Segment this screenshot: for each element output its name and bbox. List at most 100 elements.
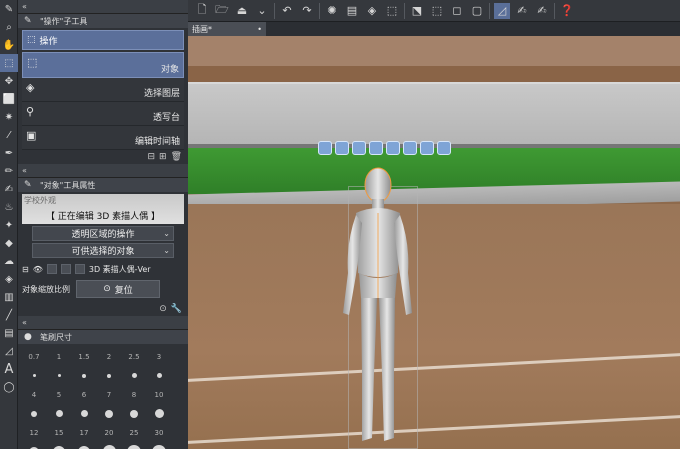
move-camera-icon[interactable] — [318, 141, 332, 155]
brush-size-preview[interactable] — [97, 405, 121, 422]
brush-size-preview[interactable] — [147, 367, 171, 384]
clear-icon[interactable]: ▤ — [344, 3, 360, 19]
loading-icon[interactable]: ✺ — [324, 3, 340, 19]
undo-icon[interactable]: ↶ — [279, 3, 295, 19]
brush-size-label[interactable]: 8 — [122, 386, 146, 403]
brush-size-label[interactable]: 12 — [22, 424, 46, 441]
transparent-area-dropdown[interactable]: 透明区域的操作 ⌄ — [32, 226, 174, 241]
zoom-camera-icon[interactable] — [352, 141, 366, 155]
subtool-item-object[interactable]: ⬚ 对象 — [22, 52, 184, 78]
pen-icon[interactable]: ✒ — [0, 144, 18, 162]
subtool-delete-icon[interactable]: 🗑 — [171, 152, 182, 162]
snap-grid-icon[interactable]: ✍ — [534, 3, 550, 19]
property-settings-icon[interactable]: ⊙ — [159, 304, 167, 314]
eye-icon[interactable]: 👁 — [33, 265, 43, 274]
zoom-icon[interactable]: ⌕ — [0, 18, 18, 36]
ruler-icon[interactable]: ◿ — [0, 342, 18, 360]
rotate-x-icon[interactable] — [420, 141, 434, 155]
subtool-group-operation[interactable]: ⬚ 操作 — [22, 30, 184, 50]
transform-icon[interactable]: ⬚ — [384, 3, 400, 19]
panel-collapse-bar[interactable]: « — [18, 0, 188, 14]
new-file-icon[interactable]: 🗋 — [194, 3, 210, 19]
fill-layer-icon[interactable]: ◈ — [364, 3, 380, 19]
selectable-object-dropdown[interactable]: 可供选择的对象 ⌄ — [32, 243, 174, 258]
subtool-item-light-table[interactable]: ⚲ 透写台 — [22, 102, 184, 126]
rotate-z-icon[interactable] — [437, 141, 451, 155]
brush-size-label[interactable]: 0.7 — [22, 348, 46, 365]
decoration-icon[interactable]: ✦ — [0, 216, 18, 234]
document-tab[interactable]: 插画* • — [188, 22, 266, 36]
pan-camera-icon[interactable] — [335, 141, 349, 155]
reset-button[interactable]: ⊙ 复位 — [76, 280, 160, 298]
close-icon[interactable]: • — [257, 25, 262, 34]
redo-icon[interactable]: ↷ — [299, 3, 315, 19]
brush-size-label[interactable]: 7 — [97, 386, 121, 403]
move-object-icon[interactable] — [369, 141, 383, 155]
airbrush-icon[interactable]: ♨ — [0, 198, 18, 216]
subtool-item-edit-timeline[interactable]: ▣ 编辑时间轴 — [22, 126, 184, 150]
save-icon[interactable]: ⏏ — [234, 3, 250, 19]
move-icon[interactable]: ✥ — [0, 72, 18, 90]
brush-size-preview[interactable] — [22, 367, 46, 384]
brush-size-label[interactable]: 30 — [147, 424, 171, 441]
text-icon[interactable]: A — [0, 360, 18, 378]
brush-size-label[interactable]: 1.5 — [72, 348, 96, 365]
rotate-y-icon[interactable] — [403, 141, 417, 155]
collapse-icon[interactable]: ⊟ — [22, 265, 29, 274]
brush2-icon[interactable]: ✍ — [0, 180, 18, 198]
magic-wand-icon[interactable]: ✷ — [0, 108, 18, 126]
canvas[interactable] — [188, 36, 680, 449]
hand-icon[interactable]: ✋ — [0, 36, 18, 54]
snap-ruler-icon[interactable]: ◿ — [494, 2, 510, 19]
subtool-item-select-layer[interactable]: ◈ 选择图层 — [22, 78, 184, 102]
eraser-icon[interactable]: ◆ — [0, 234, 18, 252]
brush-size-preview[interactable] — [147, 405, 171, 422]
open-file-icon[interactable]: 🗁 — [214, 3, 230, 19]
fill-icon[interactable]: ◈ — [0, 270, 18, 288]
checkbox-2[interactable] — [60, 264, 71, 274]
brush-size-preview[interactable] — [147, 443, 171, 449]
blend-icon[interactable]: ☁ — [0, 252, 18, 270]
pencil-icon[interactable]: ✏ — [0, 162, 18, 180]
select-all-icon[interactable]: ⬚ — [429, 3, 445, 19]
brush-size-label[interactable]: 4 — [22, 386, 46, 403]
brush-size-label[interactable]: 2.5 — [122, 348, 146, 365]
object-launcher[interactable] — [318, 141, 451, 155]
help-icon[interactable]: ❓ — [559, 3, 575, 19]
figure-icon[interactable]: ╱ — [0, 306, 18, 324]
rotate-object-icon[interactable] — [386, 141, 400, 155]
panel-collapse-bar-3[interactable]: « — [18, 316, 188, 330]
operation-icon[interactable]: ⬚ — [0, 54, 18, 72]
brush-size-preview[interactable] — [72, 443, 96, 449]
brush-size-preview[interactable] — [122, 443, 146, 449]
subtool-copy-icon[interactable]: ⊞ — [159, 152, 167, 162]
brush-size-label[interactable]: 20 — [97, 424, 121, 441]
subtool-settings-icon[interactable]: ⊟ — [147, 152, 155, 162]
brush-size-label[interactable]: 1 — [47, 348, 71, 365]
brush-size-label[interactable]: 15 — [47, 424, 71, 441]
gradient-icon[interactable]: ▥ — [0, 288, 18, 306]
deselect-icon[interactable]: ⬔ — [409, 3, 425, 19]
brush-size-preview[interactable] — [47, 367, 71, 384]
brush-icon[interactable]: ✎ — [0, 0, 18, 18]
dropdown-icon[interactable]: ⌄ — [254, 3, 270, 19]
brush-size-preview[interactable] — [72, 367, 96, 384]
brush-size-label[interactable]: 25 — [122, 424, 146, 441]
brush-size-label[interactable]: 6 — [72, 386, 96, 403]
brush-size-preview[interactable] — [97, 443, 121, 449]
subtool-panel-header[interactable]: ✎ "操作"子工具 — [18, 14, 188, 28]
balloon-icon[interactable]: ◯ — [0, 378, 18, 396]
brush-size-label[interactable]: 3 — [147, 348, 171, 365]
brush-size-header[interactable]: ● 笔刷尺寸 — [18, 330, 188, 344]
property-wrench-icon[interactable]: 🔧 — [171, 304, 182, 314]
brush-size-preview[interactable] — [122, 367, 146, 384]
brush-size-preview[interactable] — [72, 405, 96, 422]
snap-icon[interactable]: ✍ — [514, 3, 530, 19]
brush-size-preview[interactable] — [47, 405, 71, 422]
brush-size-preview[interactable] — [22, 443, 46, 449]
brush-size-label[interactable]: 10 — [147, 386, 171, 403]
panel-collapse-bar-2[interactable]: « — [18, 164, 188, 178]
brush-size-preview[interactable] — [22, 405, 46, 422]
brush-size-preview[interactable] — [47, 443, 71, 449]
brush-size-preview[interactable] — [122, 405, 146, 422]
